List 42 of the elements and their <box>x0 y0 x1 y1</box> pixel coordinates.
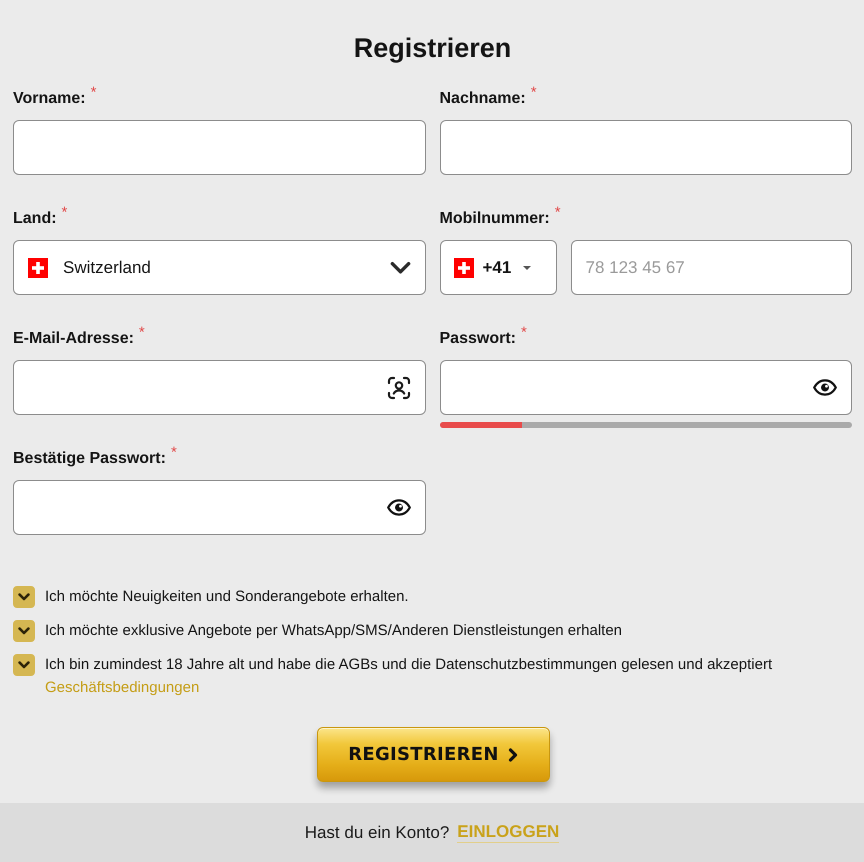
required-asterisk: * <box>90 86 96 100</box>
field-label: Nachname: <box>440 89 526 109</box>
email-field[interactable] <box>13 360 426 415</box>
eye-icon[interactable] <box>813 379 837 396</box>
chevron-right-icon <box>508 748 518 762</box>
consent-text: Ich möchte Neuigkeiten und Sonderangebote erhalten. <box>45 587 409 607</box>
page-title: Registrieren <box>352 32 512 64</box>
required-asterisk: * <box>554 206 561 220</box>
password-field[interactable] <box>440 360 852 415</box>
password-field[interactable] <box>13 480 426 535</box>
chevron-down-icon <box>390 260 410 274</box>
field-label: Land: <box>13 209 57 229</box>
required-asterisk: * <box>520 326 527 340</box>
required-asterisk: * <box>530 86 537 100</box>
required-asterisk: * <box>138 326 145 340</box>
text-field[interactable] <box>13 120 426 175</box>
field-label: Passwort: <box>440 329 516 349</box>
consent-text: Ich bin zumindest 18 Jahre alt und habe die AGBs und die Datenschutzbestimmungen gelesen und akzeptiert <box>45 655 772 675</box>
field-label: Bestätige Passwort: <box>13 449 166 469</box>
field-label: Vorname: <box>13 89 86 109</box>
checkbox[interactable] <box>13 654 35 676</box>
eye-icon[interactable] <box>386 499 410 516</box>
field-label: Mobilnummer: <box>440 209 550 229</box>
field-label: E-Mail-Adresse: <box>13 329 134 349</box>
phone-field[interactable]: 78 123 45 67 <box>570 240 852 295</box>
country-select[interactable]: Switzerland <box>13 240 426 295</box>
flag-icon <box>28 258 48 278</box>
flag-icon <box>454 258 474 278</box>
required-asterisk: * <box>62 206 68 220</box>
footer-text: Hast du ein Konto? <box>304 822 450 842</box>
person-scan-icon <box>386 376 410 400</box>
checkbox[interactable] <box>13 586 35 608</box>
checkbox[interactable] <box>13 620 35 642</box>
chevron-check-icon <box>18 627 30 635</box>
consent-text: Ich möchte exklusive Angebote per WhatsApp/SMS/Anderen Dienstleistungen erhalten <box>45 621 622 641</box>
chevron-check-icon <box>18 593 30 601</box>
dial-code-select[interactable]: +41 <box>440 240 556 295</box>
register-button[interactable]: REGISTRIEREN <box>316 727 550 782</box>
chevron-check-icon <box>18 661 30 669</box>
text-field[interactable] <box>440 120 852 175</box>
required-asterisk: * <box>170 446 177 460</box>
caret-icon <box>523 266 532 270</box>
